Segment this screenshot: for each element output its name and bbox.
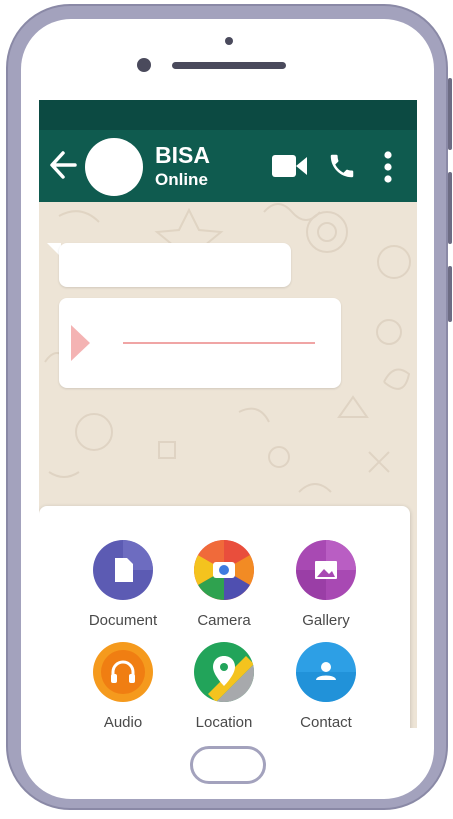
back-arrow-icon[interactable] <box>49 148 79 187</box>
more-options-icon[interactable] <box>383 151 393 188</box>
side-button <box>448 172 452 244</box>
gallery-icon <box>296 540 356 600</box>
attach-location[interactable]: Location <box>169 642 279 728</box>
person-icon <box>296 642 356 702</box>
contact-name[interactable]: BISA <box>155 142 210 169</box>
proximity-sensor <box>225 37 233 45</box>
avatar[interactable] <box>85 138 143 196</box>
attachment-panel: Document Camera Gallery Audio Location C… <box>39 506 410 728</box>
status-bar <box>39 100 417 130</box>
attach-contact[interactable]: Contact <box>271 642 381 728</box>
attach-audio[interactable]: Audio <box>68 642 178 728</box>
side-button <box>448 266 452 322</box>
phone-screen: BISA Online Document Camera Gallery Audi… <box>39 100 417 728</box>
document-icon <box>93 540 153 600</box>
contact-status: Online <box>155 170 208 189</box>
home-button[interactable] <box>190 746 266 784</box>
message-bubble[interactable] <box>59 243 291 287</box>
headphones-icon <box>93 642 153 702</box>
attach-camera-label: Camera <box>197 612 251 629</box>
attach-audio-label: Audio <box>103 714 143 728</box>
camera-icon <box>194 540 254 600</box>
audio-progress-track[interactable] <box>123 342 315 344</box>
phone-call-icon[interactable] <box>327 151 357 186</box>
attach-contact-label: Contact <box>300 714 352 728</box>
attach-camera[interactable]: Camera <box>169 540 279 629</box>
side-button <box>448 78 452 150</box>
video-call-icon[interactable] <box>272 155 308 182</box>
attach-document-label: Document <box>88 612 158 629</box>
earpiece-speaker <box>172 62 286 69</box>
chat-area: Document Camera Gallery Audio Location C… <box>39 202 417 728</box>
chat-header: BISA Online <box>39 130 417 202</box>
attach-document[interactable]: Document <box>68 540 178 629</box>
play-icon[interactable] <box>69 323 91 368</box>
attach-gallery-label: Gallery <box>302 612 350 629</box>
attach-gallery[interactable]: Gallery <box>271 540 381 629</box>
location-pin-icon <box>194 642 254 702</box>
front-camera <box>137 58 151 72</box>
attach-location-label: Location <box>195 714 253 728</box>
